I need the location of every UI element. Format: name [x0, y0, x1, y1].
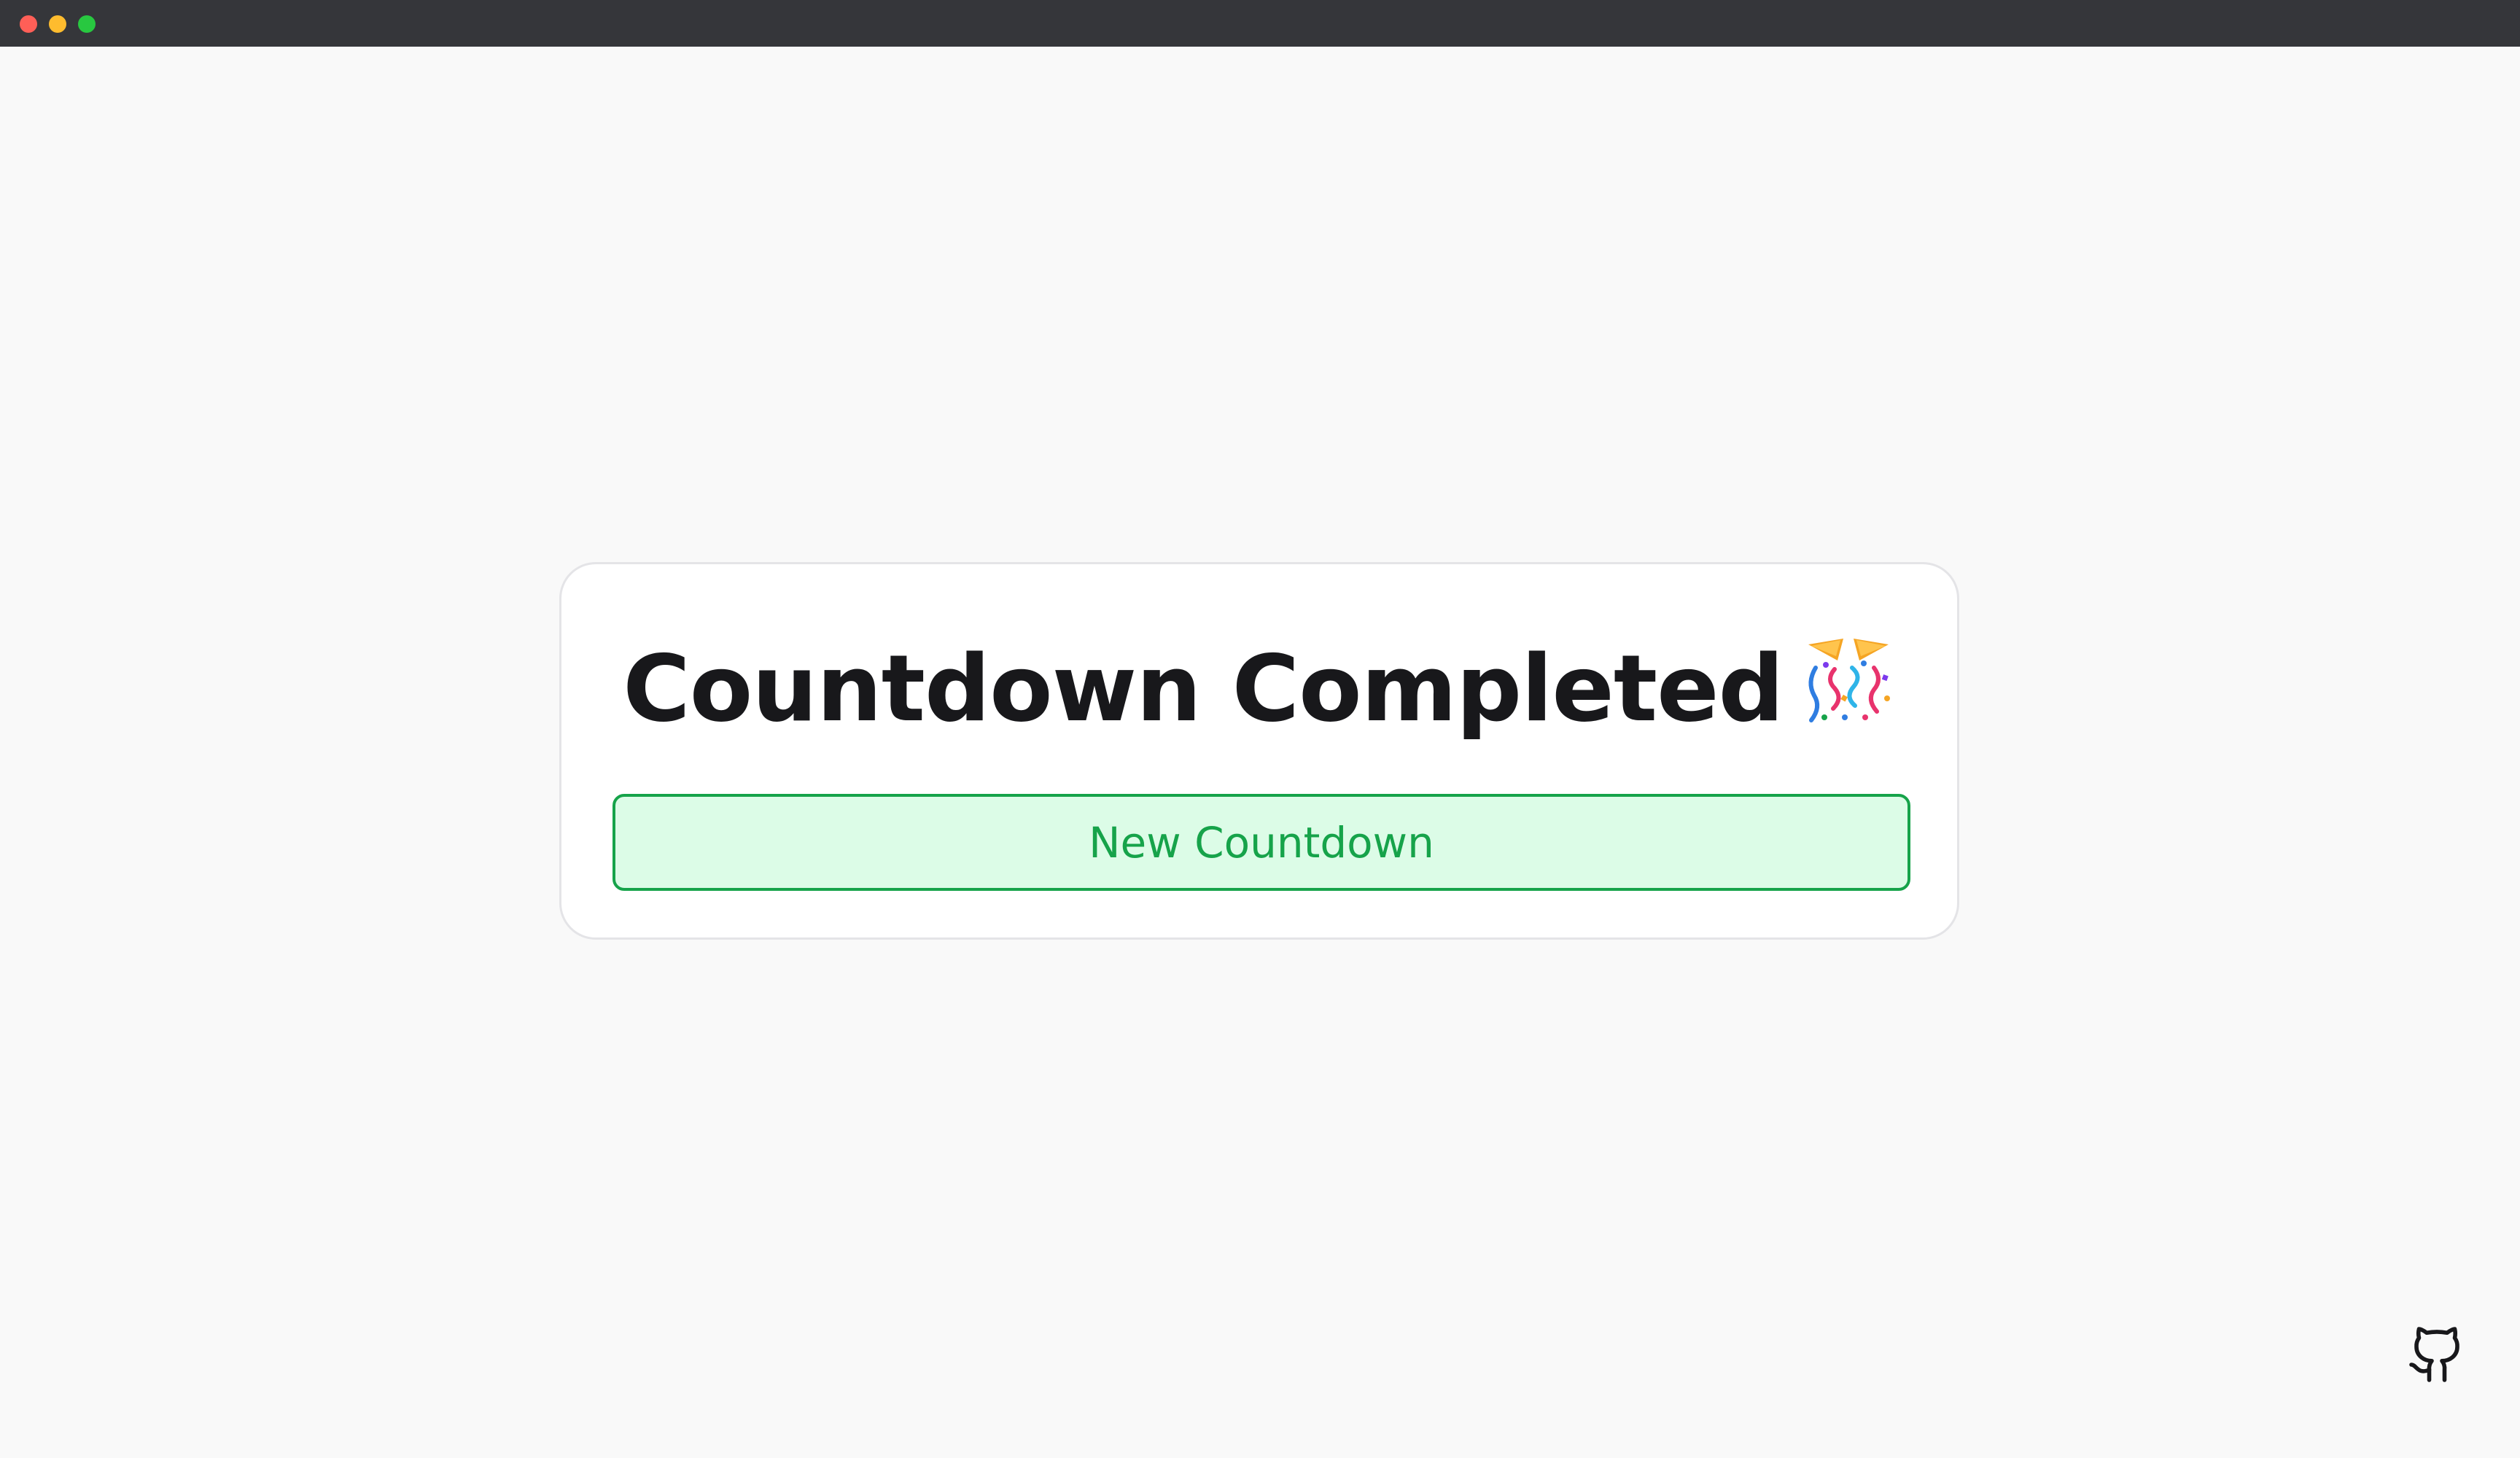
- browser-window: Countdown Completed New Countdown: [0, 0, 2520, 1458]
- window-close-button[interactable]: [20, 15, 37, 33]
- window-zoom-button[interactable]: [78, 15, 96, 33]
- new-countdown-button[interactable]: New Countdown: [612, 794, 1910, 891]
- page-title-row: Countdown Completed: [561, 631, 1957, 749]
- page-title: Countdown Completed: [623, 635, 1784, 742]
- github-icon: [2409, 1327, 2459, 1382]
- party-popper-icon: [1801, 631, 1896, 749]
- window-minimize-button[interactable]: [49, 15, 66, 33]
- window-titlebar: [0, 0, 2520, 47]
- countdown-completed-card: Countdown Completed New Countdown: [559, 562, 1959, 940]
- github-link[interactable]: [2406, 1324, 2468, 1385]
